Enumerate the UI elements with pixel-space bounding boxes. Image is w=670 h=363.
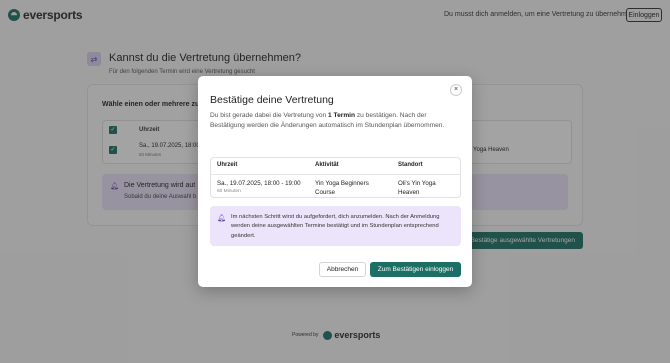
modal-description: Du bist gerade dabei die Vertretung von … <box>210 111 460 131</box>
desc-count: 1 Termin <box>328 112 356 119</box>
login-notice-text: Im nächsten Schritt wirst du aufgeforder… <box>231 214 440 239</box>
cell-location: Oli's Yin Yoga Heaven <box>398 180 436 196</box>
close-icon[interactable]: × <box>450 84 462 96</box>
col-header-time: Uhrzeit <box>217 162 238 168</box>
bell-icon: 🔔︎ <box>217 215 226 222</box>
cancel-button[interactable]: Abbrechen <box>319 262 366 277</box>
cell-time: Sa., 19.07.2025, 18:00 - 19:00 <box>217 180 301 187</box>
cell-duration: 60 Minuten <box>217 189 241 194</box>
login-to-confirm-button[interactable]: Zum Bestätigen einloggen <box>370 262 461 277</box>
modal-title: Bestätige deine Vertretung <box>210 94 334 106</box>
col-header-location: Standort <box>398 162 423 168</box>
table-divider <box>210 174 461 175</box>
cell-activity: Yin Yoga Beginners Course <box>315 180 369 196</box>
desc-before: Du bist gerade dabei die Vertretung von <box>210 112 329 119</box>
col-header-activity: Aktivität <box>315 162 339 168</box>
